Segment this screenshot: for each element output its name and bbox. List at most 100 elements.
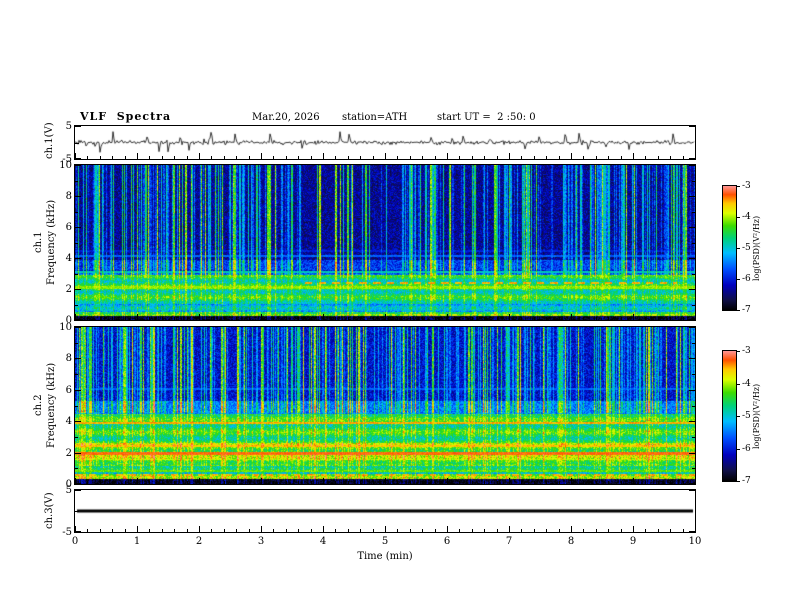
y-tick	[689, 258, 695, 259]
x-tick	[447, 526, 448, 532]
y-tick	[689, 126, 695, 127]
x-minor-tick	[273, 529, 274, 532]
x-minor-tick	[286, 481, 287, 484]
x-minor-tick	[273, 156, 274, 159]
x-minor-tick	[497, 481, 498, 484]
x-minor-tick	[360, 529, 361, 532]
plot-start-ut: start UT = 2 :50: 0	[437, 112, 536, 123]
y-minor-tick	[75, 374, 78, 375]
x-minor-tick	[497, 317, 498, 320]
x-tick	[75, 478, 76, 484]
y-tick-label: 4	[65, 416, 72, 427]
x-minor-tick	[249, 317, 250, 320]
y-tick-label: 10	[59, 160, 72, 171]
x-minor-tick	[187, 317, 188, 320]
x-minor-tick	[211, 529, 212, 532]
colorbar-tick	[736, 248, 740, 249]
x-minor-tick	[360, 481, 361, 484]
x-minor-tick	[658, 529, 659, 532]
x-minor-tick	[521, 529, 522, 532]
colorbar-tick	[736, 310, 740, 311]
colorbar-tick	[736, 384, 740, 385]
colorbar-ch1	[722, 185, 737, 311]
x-minor-tick	[472, 317, 473, 320]
x-minor-tick	[162, 156, 163, 159]
x-minor-tick	[236, 317, 237, 320]
x-tick	[261, 153, 262, 159]
y-minor-tick	[692, 305, 695, 306]
x-tick	[75, 153, 76, 159]
x-minor-tick	[298, 156, 299, 159]
panel-ch1-spectrogram	[74, 164, 696, 321]
x-minor-tick	[125, 317, 126, 320]
x-minor-tick	[397, 317, 398, 320]
x-minor-tick	[546, 317, 547, 320]
y-minor-tick	[75, 343, 78, 344]
colorbar-tick-label: -5	[742, 243, 751, 253]
x-minor-tick	[484, 529, 485, 532]
x-minor-tick	[497, 529, 498, 532]
x-tick	[323, 314, 324, 320]
x-minor-tick	[112, 529, 113, 532]
x-minor-tick	[621, 529, 622, 532]
x-tick	[385, 526, 386, 532]
colorbar-tick-label: -7	[742, 305, 751, 315]
x-tick	[385, 314, 386, 320]
y-tick-label: 10	[59, 322, 72, 333]
y-minor-tick	[692, 212, 695, 213]
x-minor-tick	[521, 481, 522, 484]
x-minor-tick	[658, 481, 659, 484]
x-minor-tick	[397, 156, 398, 159]
x-minor-tick	[670, 481, 671, 484]
x-minor-tick	[286, 156, 287, 159]
x-minor-tick	[410, 529, 411, 532]
x-tick	[695, 153, 696, 159]
x-minor-tick	[360, 317, 361, 320]
x-minor-tick	[311, 481, 312, 484]
x-tick	[509, 153, 510, 159]
x-minor-tick	[224, 529, 225, 532]
x-minor-tick	[472, 529, 473, 532]
x-tick	[323, 153, 324, 159]
y-tick	[689, 327, 695, 328]
y-minor-tick	[75, 406, 78, 407]
x-tick	[199, 478, 200, 484]
x-minor-tick	[174, 481, 175, 484]
x-minor-tick	[249, 529, 250, 532]
y-minor-tick	[692, 181, 695, 182]
x-tick	[509, 478, 510, 484]
y-tick	[689, 196, 695, 197]
ylabel-ch2-frequency: ch.2 Frequency (kHz)	[33, 327, 59, 484]
x-minor-tick	[608, 529, 609, 532]
ch1-spectrogram-canvas	[75, 165, 695, 320]
x-minor-tick	[112, 317, 113, 320]
y-tick	[75, 358, 81, 359]
x-tick	[571, 314, 572, 320]
x-minor-tick	[683, 529, 684, 532]
x-minor-tick	[546, 481, 547, 484]
x-minor-tick	[422, 481, 423, 484]
x-minor-tick	[87, 529, 88, 532]
x-minor-tick	[645, 317, 646, 320]
x-minor-tick	[125, 156, 126, 159]
x-minor-tick	[559, 317, 560, 320]
x-minor-tick	[435, 317, 436, 320]
x-minor-tick	[162, 529, 163, 532]
x-minor-tick	[435, 156, 436, 159]
y-minor-tick	[692, 406, 695, 407]
x-minor-tick	[236, 529, 237, 532]
x-minor-tick	[459, 156, 460, 159]
x-minor-tick	[472, 481, 473, 484]
x-minor-tick	[112, 156, 113, 159]
x-tick	[447, 314, 448, 320]
x-minor-tick	[410, 317, 411, 320]
x-minor-tick	[311, 317, 312, 320]
x-minor-tick	[559, 481, 560, 484]
y-minor-tick	[692, 437, 695, 438]
y-tick-label: 6	[65, 222, 72, 233]
x-minor-tick	[174, 156, 175, 159]
x-tick	[261, 526, 262, 532]
x-minor-tick	[621, 317, 622, 320]
y-tick	[689, 453, 695, 454]
x-minor-tick	[149, 481, 150, 484]
